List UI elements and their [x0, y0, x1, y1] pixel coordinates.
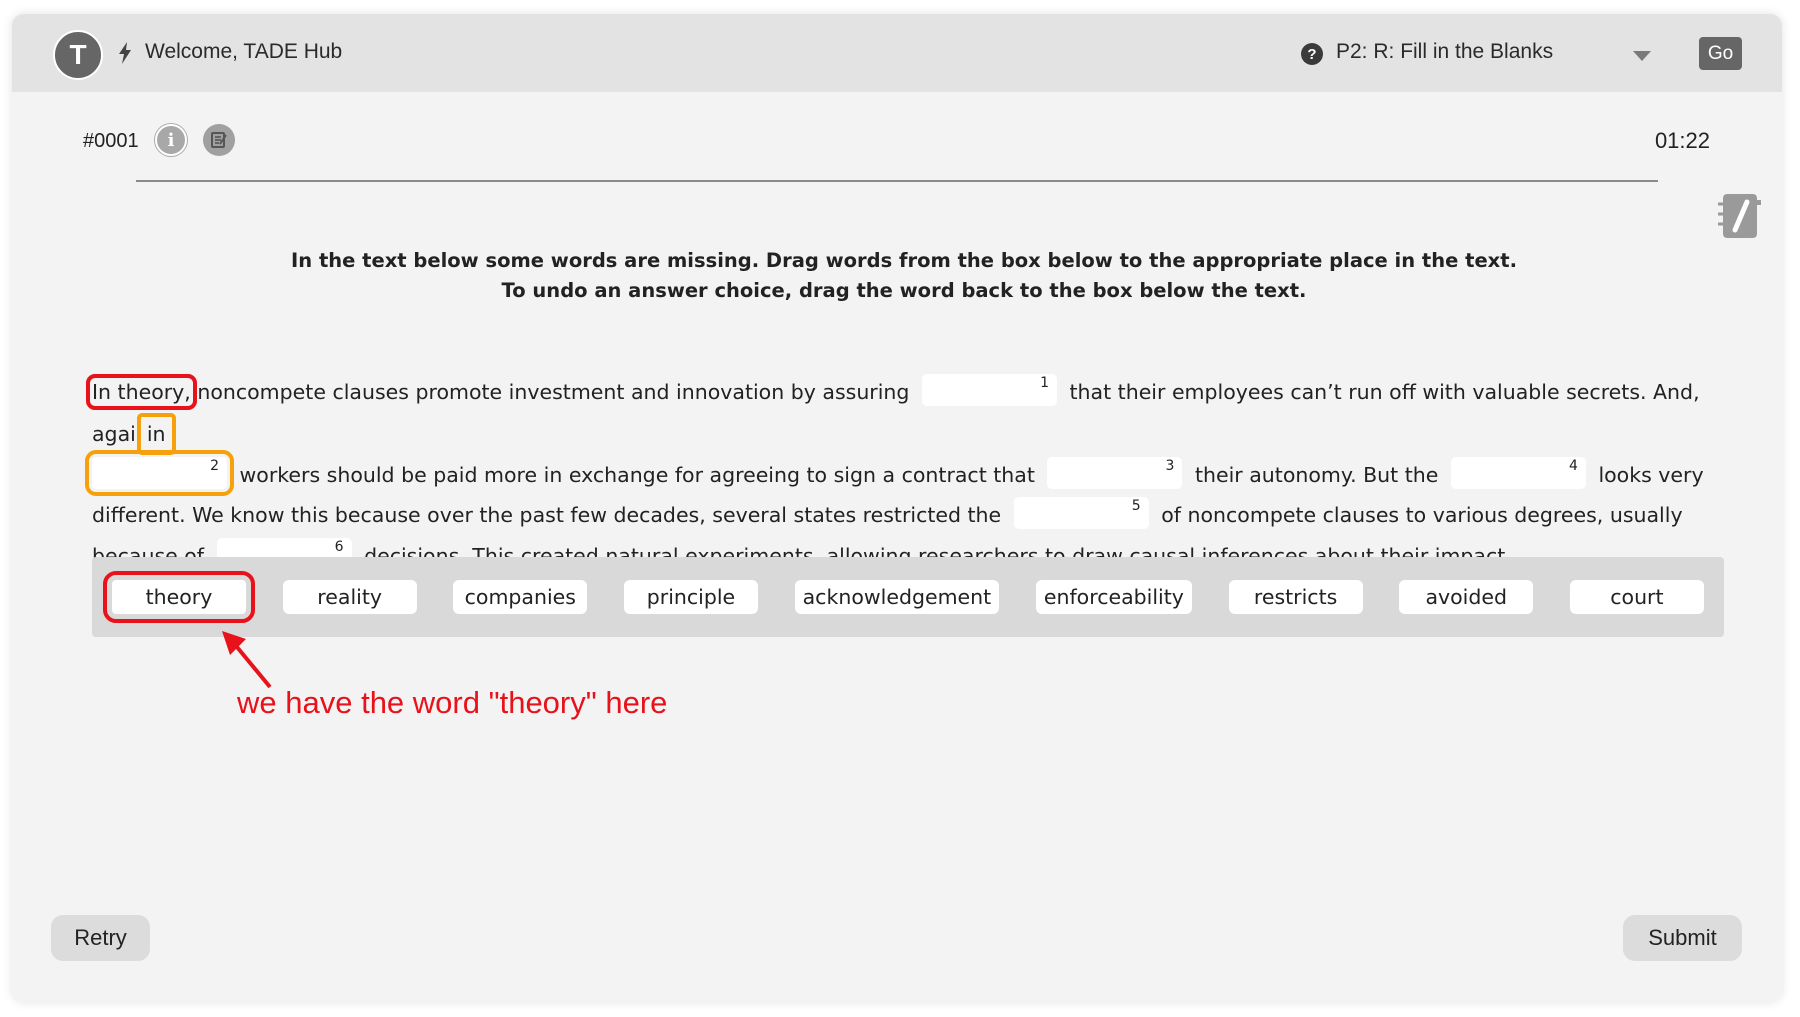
practice-card: T Welcome, TADE Hub ? P2: R: Fill in the…	[12, 14, 1782, 1002]
retry-button[interactable]: Retry	[51, 915, 150, 961]
blank-number: 4	[1568, 457, 1578, 474]
word-chip-theory[interactable]: theory	[103, 571, 255, 623]
instructions: In the text below some words are missing…	[12, 246, 1782, 306]
blank-2[interactable]: 2	[85, 449, 234, 496]
blank-number: 5	[1131, 498, 1141, 514]
user-avatar[interactable]: T	[53, 30, 103, 80]
word-chip-reality[interactable]: reality	[282, 580, 417, 614]
question-type-select[interactable]: P2: R: Fill in the Blanks	[1336, 40, 1553, 64]
blank-number: 2	[210, 457, 219, 474]
blank-3[interactable]: 3	[1047, 456, 1183, 489]
blank-number: 6	[334, 538, 344, 555]
welcome-text: Welcome, TADE Hub	[145, 40, 343, 63]
highlight-in: in	[136, 412, 176, 455]
help-icon[interactable]: ?	[1301, 43, 1323, 65]
word-chip-restricts[interactable]: restricts	[1228, 580, 1363, 614]
annotation-text: we have the word "theory" here	[237, 685, 668, 720]
notebook-pen-icon[interactable]	[1714, 190, 1764, 242]
notepad-glyph	[211, 132, 227, 148]
go-button[interactable]: Go	[1699, 37, 1742, 70]
divider	[136, 180, 1658, 182]
lightning-icon	[119, 42, 131, 64]
info-icon[interactable]: i	[155, 124, 187, 156]
word-chip-enforceability[interactable]: enforceability	[1035, 580, 1192, 614]
notes-icon[interactable]	[203, 124, 235, 156]
word-chip-principle[interactable]: principle	[623, 580, 758, 614]
instructions-line-1: In the text below some words are missing…	[291, 249, 1517, 272]
submit-button[interactable]: Submit	[1623, 915, 1742, 961]
word-chip-companies[interactable]: companies	[453, 580, 588, 614]
word-chip-court[interactable]: court	[1569, 580, 1704, 614]
word-bank: theory reality companies principle ackno…	[92, 557, 1724, 637]
instructions-line-2: To undo an answer choice, drag the word …	[501, 279, 1307, 302]
chevron-down-icon[interactable]	[1633, 51, 1651, 61]
blank-5[interactable]: 5	[1013, 497, 1149, 529]
blank-number: 1	[1040, 375, 1049, 391]
word-chip-acknowledgement[interactable]: acknowledgement	[794, 580, 1000, 614]
timer: 01:22	[1654, 128, 1710, 153]
word-chip-avoided[interactable]: avoided	[1399, 580, 1534, 614]
top-bar: T Welcome, TADE Hub ? P2: R: Fill in the…	[12, 14, 1782, 92]
passage-text: their autonomy. But the	[1194, 462, 1439, 487]
highlight-in-theory: In theory,	[86, 374, 197, 410]
question-id: #0001	[83, 130, 139, 152]
blank-4[interactable]: 4	[1450, 456, 1586, 489]
blank-number: 3	[1165, 457, 1175, 474]
blank-1[interactable]: 1	[921, 374, 1057, 406]
passage: In theory, noncompete clauses promote in…	[85, 372, 1732, 576]
annotation-arrow-icon	[222, 631, 272, 689]
passage-text: noncompete clauses promote investment an…	[190, 380, 910, 404]
passage-text: workers should be paid more in exchange …	[239, 462, 1035, 487]
